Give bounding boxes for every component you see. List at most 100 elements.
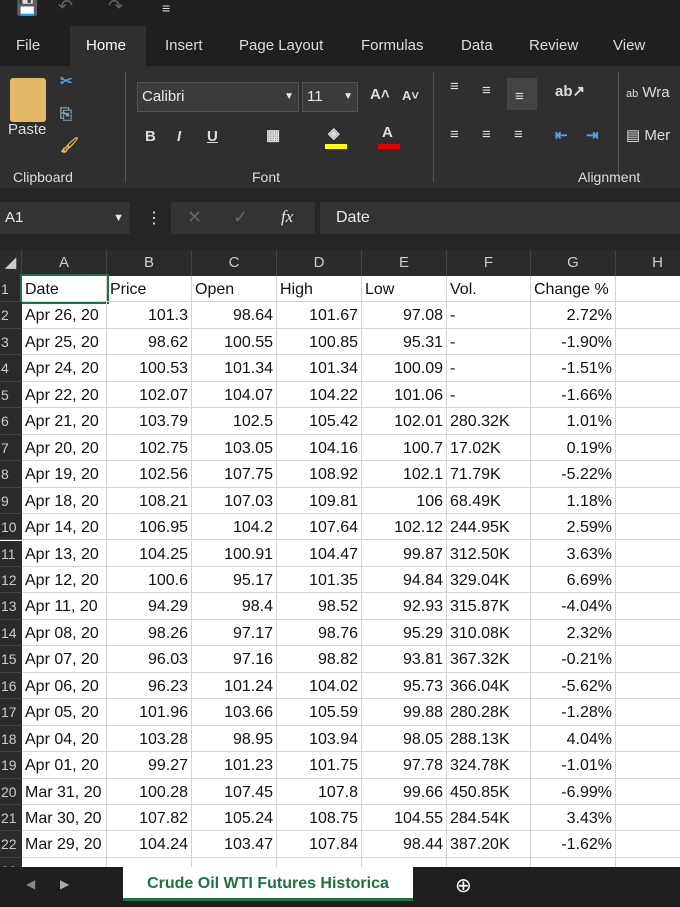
column-header-C[interactable]: C [192, 250, 277, 276]
decrease-font-icon[interactable]: A˅ [402, 88, 419, 103]
cell[interactable]: - [447, 302, 531, 329]
cell[interactable]: 2.72% [531, 302, 616, 329]
cell[interactable]: -1.28% [531, 699, 616, 726]
row-header[interactable]: 23 [0, 857, 22, 867]
cell[interactable]: Apr 20, 20 [22, 434, 107, 462]
enter-icon[interactable]: ✓ [233, 207, 248, 228]
cell[interactable] [616, 302, 680, 329]
cell[interactable]: 101.06 [362, 381, 447, 409]
cell[interactable]: 450.85K [447, 778, 531, 805]
cell[interactable]: 95.17 [192, 566, 277, 594]
cell[interactable]: -5.62% [531, 672, 616, 700]
cell[interactable] [616, 514, 680, 541]
cell[interactable]: 94.84 [362, 566, 447, 594]
cancel-icon[interactable]: ✕ [187, 207, 202, 228]
cell[interactable]: 324.78K [447, 752, 531, 779]
cell[interactable]: 97.17 [192, 619, 277, 647]
row-header[interactable]: 15 [0, 646, 22, 673]
cell[interactable]: Apr 07, 20 [22, 646, 107, 673]
cell[interactable]: - [447, 381, 531, 409]
cell[interactable] [616, 541, 680, 567]
cell[interactable]: 102.07 [107, 381, 192, 409]
borders-icon[interactable]: ▦ [266, 126, 280, 144]
cell[interactable]: 2.32% [531, 619, 616, 647]
cell[interactable] [616, 593, 680, 620]
row-header[interactable]: 21 [0, 805, 22, 832]
cell[interactable]: Apr 12, 20 [22, 566, 107, 594]
cell[interactable]: 104.22 [277, 381, 362, 409]
cell[interactable]: Open [192, 276, 277, 303]
italic-button[interactable]: I [177, 128, 181, 145]
cell[interactable]: 102.12 [362, 514, 447, 541]
align-bottom-button[interactable]: ≡ [507, 78, 537, 110]
cell[interactable]: 104.24 [107, 831, 192, 858]
cell[interactable]: 101.34 [277, 355, 362, 382]
cell[interactable]: 387.20K [447, 831, 531, 858]
cell[interactable]: 99.66 [362, 778, 447, 805]
cell[interactable]: 103.94 [277, 725, 362, 753]
row-header[interactable]: 22 [0, 831, 22, 858]
cell[interactable]: 367.32K [447, 646, 531, 673]
align-right-icon[interactable]: ≡ [514, 126, 523, 143]
cell[interactable]: 101.96 [107, 699, 192, 726]
cell[interactable]: 100.55 [192, 328, 277, 356]
cell[interactable]: 3.43% [531, 805, 616, 832]
cell[interactable]: 98.64 [192, 302, 277, 329]
tab-review[interactable]: Review [513, 26, 594, 66]
cell[interactable]: 280.28K [447, 699, 531, 726]
cell[interactable]: 98.44 [362, 831, 447, 858]
cell[interactable]: 100.09 [362, 355, 447, 382]
cell[interactable]: 68.49K [447, 487, 531, 515]
cell[interactable]: 107.75 [192, 461, 277, 488]
formula-input[interactable]: Date [320, 202, 680, 234]
cell[interactable]: 101.67 [277, 302, 362, 329]
column-header-D[interactable]: D [277, 250, 362, 276]
cell[interactable]: 93.81 [362, 646, 447, 673]
font-color-icon[interactable]: A [382, 124, 393, 141]
cell[interactable] [192, 857, 277, 867]
paste-icon[interactable] [10, 78, 46, 122]
row-header[interactable]: 9 [0, 487, 22, 515]
cell[interactable]: 107.45 [192, 778, 277, 805]
cell[interactable]: 107.03 [192, 487, 277, 515]
column-header-G[interactable]: G [531, 250, 616, 276]
cell[interactable]: 96.03 [107, 646, 192, 673]
cell[interactable]: Mar 31, 20 [22, 778, 107, 805]
cell[interactable]: 100.6 [107, 566, 192, 594]
cell[interactable]: 101.75 [277, 752, 362, 779]
cell[interactable]: 103.66 [192, 699, 277, 726]
cell[interactable]: Apr 11, 20 [22, 593, 107, 620]
tab-page-layout[interactable]: Page Layout [223, 26, 339, 66]
cell[interactable]: Apr 08, 20 [22, 619, 107, 647]
cell[interactable]: 101.34 [192, 355, 277, 382]
cell[interactable]: 107.82 [107, 805, 192, 832]
cell[interactable]: 103.05 [192, 434, 277, 462]
cell[interactable] [616, 567, 680, 594]
cell[interactable]: 98.26 [107, 619, 192, 647]
cell[interactable]: Price [107, 276, 192, 303]
cell[interactable]: 95.29 [362, 619, 447, 647]
cell[interactable] [616, 831, 680, 858]
column-header-B[interactable]: B [107, 250, 192, 276]
more-icon[interactable]: ⋮ [146, 208, 162, 228]
cell[interactable]: 98.05 [362, 725, 447, 753]
cell[interactable]: 4.04% [531, 725, 616, 753]
row-header[interactable]: 5 [0, 381, 22, 409]
align-middle-icon[interactable]: ≡ [482, 82, 491, 99]
cell[interactable] [616, 435, 680, 462]
cell[interactable]: 102.56 [107, 461, 192, 488]
cell[interactable]: 106.95 [107, 514, 192, 541]
column-header-A[interactable]: A [22, 250, 107, 276]
row-header[interactable]: 8 [0, 461, 22, 488]
copy-icon[interactable]: ⎘ [60, 106, 72, 123]
sheet-tab[interactable]: Crude Oil WTI Futures Historica [123, 867, 413, 901]
cell[interactable]: Apr 13, 20 [22, 540, 107, 567]
cell[interactable]: 17.02K [447, 434, 531, 462]
cell[interactable] [616, 408, 680, 435]
cell[interactable] [616, 805, 680, 832]
cell[interactable] [362, 857, 447, 867]
cell[interactable]: 101.3 [107, 302, 192, 329]
cell[interactable]: 0.19% [531, 434, 616, 462]
cell[interactable]: 280.32K [447, 408, 531, 435]
cell[interactable]: Low [362, 276, 447, 303]
